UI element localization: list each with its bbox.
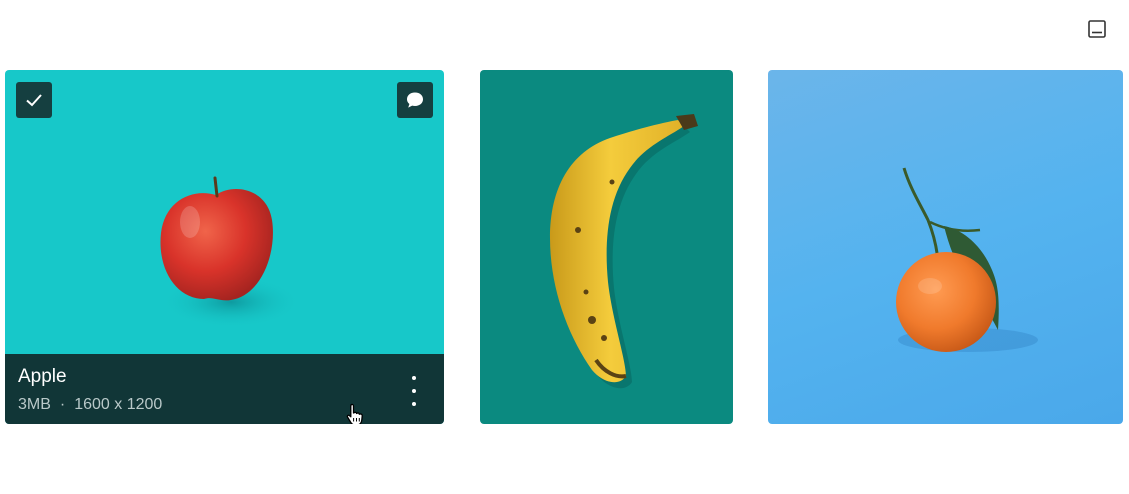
orange-photo — [896, 167, 1038, 352]
more-vertical-icon — [412, 376, 416, 380]
image-file-size: 3MB — [18, 396, 51, 413]
image-card-banana[interactable] — [480, 70, 733, 424]
comment-icon — [407, 92, 423, 108]
hand-pointer-cursor-icon — [346, 403, 363, 424]
image-card-orange[interactable] — [768, 70, 1123, 424]
checkmark-icon — [26, 94, 42, 107]
meta-separator: · — [59, 396, 66, 413]
banana-photo — [550, 114, 698, 389]
more-options-button[interactable] — [404, 376, 424, 406]
comment-button[interactable] — [397, 82, 433, 118]
image-dimensions: 1600 x 1200 — [74, 396, 163, 413]
image-card-apple[interactable]: Apple 3MB · 1600 x 1200 — [5, 70, 444, 424]
image-caption-bar: Apple 3MB · 1600 x 1200 — [5, 354, 444, 424]
panel-bottom-icon[interactable] — [1088, 20, 1106, 38]
image-meta: 3MB · 1600 x 1200 — [18, 396, 162, 414]
image-title: Apple — [18, 366, 67, 387]
select-checkbox[interactable] — [16, 82, 52, 118]
